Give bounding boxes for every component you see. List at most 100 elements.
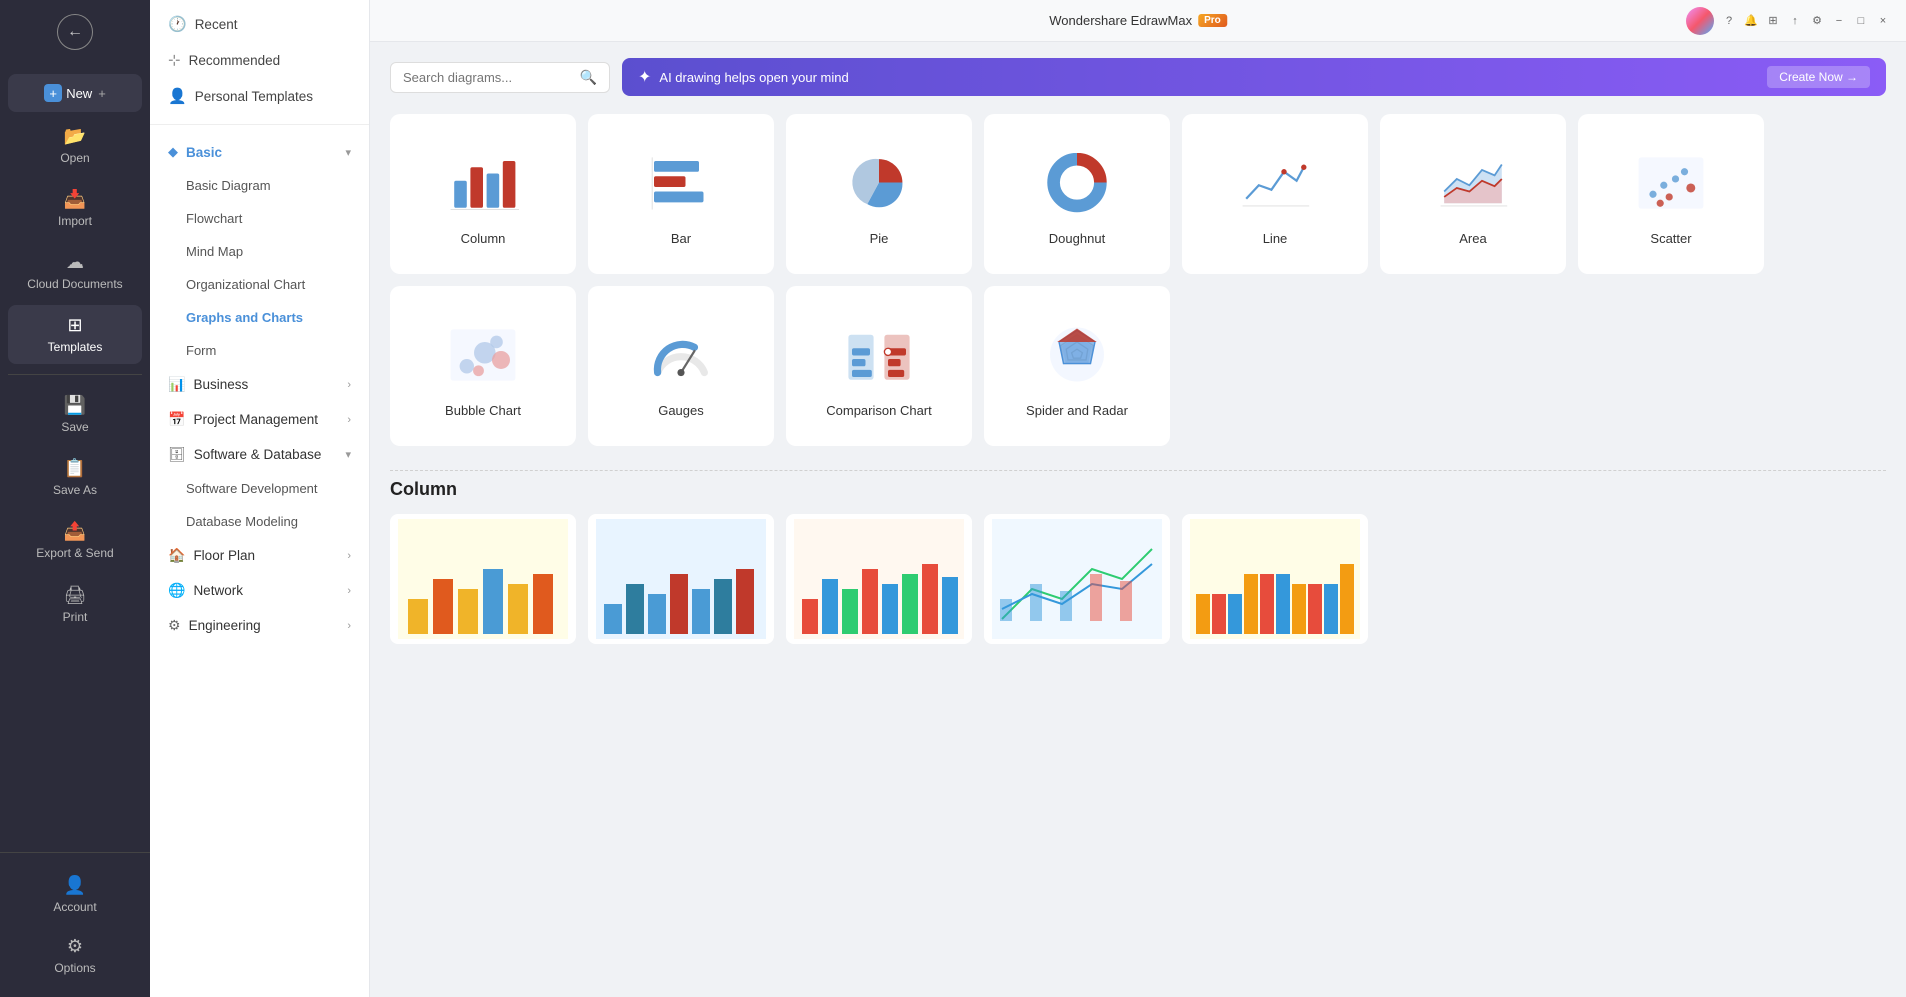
- nav-category-software[interactable]: 🗄 Software & Database ▾: [150, 437, 369, 472]
- graphs-label: Graphs and Charts: [186, 310, 303, 325]
- column-icon: [443, 143, 523, 223]
- business-label: Business: [193, 377, 248, 392]
- chart-card-line[interactable]: Line: [1182, 114, 1368, 274]
- template-grid: [390, 514, 1886, 644]
- nav-divider: [150, 124, 369, 125]
- chart-card-column[interactable]: Column: [390, 114, 576, 274]
- nav-section-categories: ◆ Basic ▾ Basic Diagram Flowchart Mind M…: [150, 129, 369, 649]
- project-icon: 📅: [168, 411, 185, 428]
- chart-card-spider[interactable]: Spider and Radar: [984, 286, 1170, 446]
- options-label: Options: [54, 961, 95, 975]
- floorplan-chevron: ›: [347, 550, 351, 562]
- nav-item-recommended[interactable]: ⊹ Recommended: [150, 42, 369, 78]
- nav-category-engineering[interactable]: ⚙ Engineering ›: [150, 608, 369, 643]
- options-icon: ⚙: [67, 936, 83, 957]
- orgchart-label: Organizational Chart: [186, 277, 305, 292]
- sidebar-item-templates[interactable]: ⊞ Templates: [8, 305, 142, 364]
- nav-category-floorplan[interactable]: 🏠 Floor Plan ›: [150, 538, 369, 573]
- doughnut-icon: [1037, 143, 1117, 223]
- nav-category-project[interactable]: 📅 Project Management ›: [150, 402, 369, 437]
- import-label: Import: [58, 214, 92, 228]
- nav-item-mindmap[interactable]: Mind Map: [150, 235, 369, 268]
- template-thumb-2: [589, 515, 773, 643]
- nav-item-form[interactable]: Form: [150, 334, 369, 367]
- help-button[interactable]: ?: [1722, 14, 1736, 28]
- app-title: Wondershare EdrawMax: [1049, 13, 1192, 28]
- scatter-icon: [1631, 143, 1711, 223]
- form-label: Form: [186, 343, 216, 358]
- divider: [8, 374, 142, 375]
- sidebar-item-export[interactable]: 📤 Export & Send: [8, 511, 142, 570]
- template-card-3[interactable]: [786, 514, 972, 644]
- sidebar-item-print[interactable]: 🖨 Print: [8, 575, 142, 634]
- main-content: Wondershare EdrawMax Pro ? 🔔 ⊞ ↑ ⚙ − □ ×…: [370, 0, 1906, 997]
- spider-icon: [1037, 315, 1117, 395]
- nav-item-software-dev[interactable]: Software Development: [150, 472, 369, 505]
- nav-category-basic[interactable]: ◆ Basic ▾: [150, 135, 369, 169]
- nav-category-network[interactable]: 🌐 Network ›: [150, 573, 369, 608]
- create-now-button[interactable]: Create Now →: [1767, 66, 1870, 88]
- nav-item-orgchart[interactable]: Organizational Chart: [150, 268, 369, 301]
- search-box[interactable]: 🔍: [390, 62, 610, 93]
- notification-button[interactable]: 🔔: [1744, 14, 1758, 28]
- gauges-icon: [641, 315, 721, 395]
- chart-card-pie[interactable]: Pie: [786, 114, 972, 274]
- maximize-button[interactable]: □: [1854, 14, 1868, 28]
- nav-panel: 🕐 Recent ⊹ Recommended 👤 Personal Templa…: [150, 0, 370, 997]
- chart-card-bar[interactable]: Bar: [588, 114, 774, 274]
- back-button[interactable]: ←: [57, 14, 93, 50]
- save-icon: 💾: [64, 395, 86, 416]
- community-button[interactable]: ⊞: [1766, 14, 1780, 28]
- search-ai-bar: 🔍 ✦ AI drawing helps open your mind Crea…: [390, 58, 1886, 96]
- template-card-1[interactable]: [390, 514, 576, 644]
- area-icon: [1433, 143, 1513, 223]
- minimize-button[interactable]: −: [1832, 14, 1846, 28]
- template-card-4[interactable]: [984, 514, 1170, 644]
- section-title: Column: [390, 470, 1886, 500]
- chart-card-scatter[interactable]: Scatter: [1578, 114, 1764, 274]
- template-thumb-1: [391, 515, 575, 643]
- engineering-label: Engineering: [189, 618, 261, 633]
- nav-item-database[interactable]: Database Modeling: [150, 505, 369, 538]
- ai-banner[interactable]: ✦ AI drawing helps open your mind Create…: [622, 58, 1886, 96]
- nav-item-graphs[interactable]: Graphs and Charts: [150, 301, 369, 334]
- area-label: Area: [1459, 231, 1486, 246]
- template-thumb-5: [1183, 515, 1367, 643]
- cloud-icon: ☁: [66, 252, 84, 273]
- comparison-label: Comparison Chart: [826, 403, 932, 418]
- settings-button[interactable]: ⚙: [1810, 14, 1824, 28]
- chart-card-area[interactable]: Area: [1380, 114, 1566, 274]
- sidebar-item-import[interactable]: 📥 Import: [8, 179, 142, 238]
- floorplan-icon: 🏠: [168, 547, 185, 564]
- back-button-area: ←: [0, 0, 150, 64]
- bubble-icon: [443, 315, 523, 395]
- search-icon: 🔍: [580, 69, 597, 86]
- sidebar-item-account[interactable]: 👤 Account: [8, 865, 142, 924]
- template-card-5[interactable]: [1182, 514, 1368, 644]
- sidebar-item-options[interactable]: ⚙ Options: [8, 926, 142, 985]
- sidebar-item-new[interactable]: + New +: [8, 74, 142, 112]
- engineering-chevron: ›: [347, 620, 351, 632]
- nav-item-personal[interactable]: 👤 Personal Templates: [150, 78, 369, 114]
- ai-icon: ✦: [638, 67, 651, 87]
- chart-card-bubble[interactable]: Bubble Chart: [390, 286, 576, 446]
- close-button[interactable]: ×: [1876, 14, 1890, 28]
- avatar[interactable]: [1686, 7, 1714, 35]
- search-input[interactable]: [403, 70, 572, 85]
- chart-card-comparison[interactable]: Comparison Chart: [786, 286, 972, 446]
- sidebar-item-saveas[interactable]: 📋 Save As: [8, 448, 142, 507]
- sidebar-item-cloud[interactable]: ☁ Cloud Documents: [8, 242, 142, 301]
- chart-card-gauges[interactable]: Gauges: [588, 286, 774, 446]
- line-label: Line: [1263, 231, 1288, 246]
- project-label: Project Management: [193, 412, 318, 427]
- share-button[interactable]: ↑: [1788, 14, 1802, 28]
- nav-item-basic-diagram[interactable]: Basic Diagram: [150, 169, 369, 202]
- chart-card-doughnut[interactable]: Doughnut: [984, 114, 1170, 274]
- sidebar-item-open[interactable]: 📂 Open: [8, 116, 142, 175]
- nav-item-recent[interactable]: 🕐 Recent: [150, 6, 369, 42]
- sidebar-item-save[interactable]: 💾 Save: [8, 385, 142, 444]
- recommended-icon: ⊹: [168, 51, 181, 69]
- template-card-2[interactable]: [588, 514, 774, 644]
- nav-item-flowchart[interactable]: Flowchart: [150, 202, 369, 235]
- nav-category-business[interactable]: 📊 Business ›: [150, 367, 369, 402]
